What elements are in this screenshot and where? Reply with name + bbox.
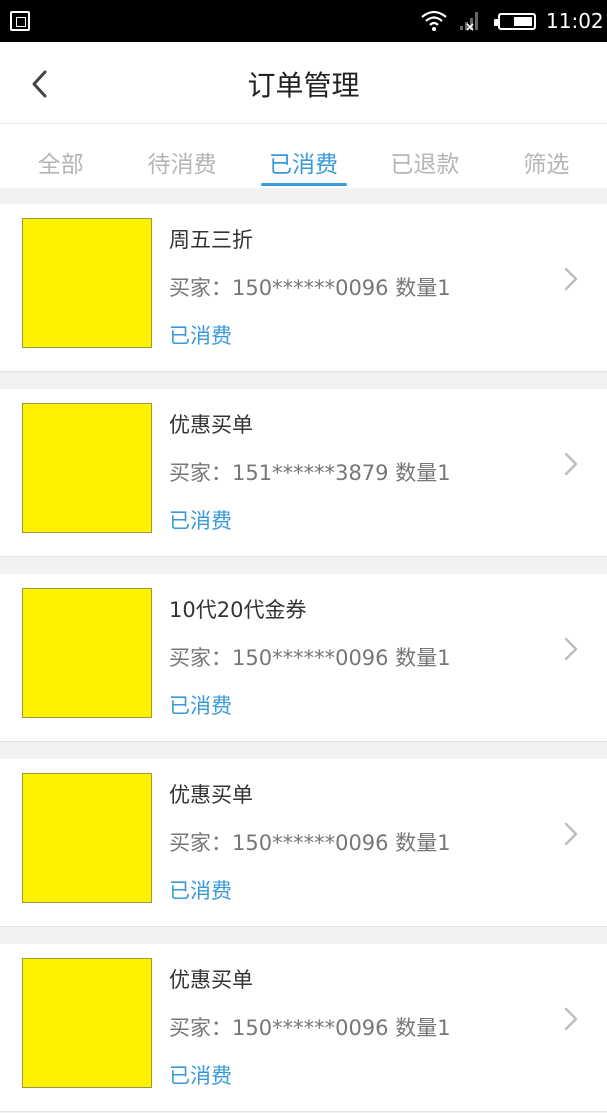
tab-refunded[interactable]: 已退款	[364, 124, 485, 188]
chevron-right-icon[interactable]	[560, 449, 582, 479]
screenshot-icon	[10, 11, 30, 31]
order-name: 优惠买单	[169, 968, 253, 992]
tab-filter[interactable]: 筛选	[486, 124, 607, 188]
signal-icon	[460, 12, 478, 31]
tab-all[interactable]: 全部	[0, 124, 121, 188]
order-buyer-info: 买家：150******0096 数量1	[169, 646, 451, 670]
order-name: 10代20代金券	[169, 598, 307, 622]
order-card[interactable]: 优惠买单买家：150******0096 数量1 已消费	[0, 928, 607, 1113]
nav-bar: 订单管理	[0, 42, 607, 124]
order-card-body[interactable]: 优惠买单买家：150******0096 数量1 已消费	[0, 759, 607, 927]
tab-consumed[interactable]: 已消费	[243, 124, 364, 188]
order-status: 已消费	[169, 1064, 232, 1088]
order-buyer-info: 买家：150******0096 数量1	[169, 1016, 451, 1040]
order-status: 已消费	[169, 324, 232, 348]
order-status: 已消费	[169, 879, 232, 903]
chevron-right-icon[interactable]	[560, 1004, 582, 1034]
status-bar: 11:02	[0, 0, 607, 42]
order-buyer-info: 买家：150******0096 数量1	[169, 831, 451, 855]
order-thumbnail	[22, 773, 152, 903]
order-card[interactable]: 优惠买单买家：151******3879 数量1 已消费	[0, 373, 607, 558]
chevron-right-icon[interactable]	[560, 819, 582, 849]
status-time: 11:02	[546, 9, 604, 33]
order-status: 已消费	[169, 509, 232, 533]
order-buyer-info: 买家：150******0096 数量1	[169, 276, 451, 300]
order-card[interactable]: 10代20代金券买家：150******0096 数量1 已消费	[0, 558, 607, 743]
chevron-right-icon[interactable]	[560, 634, 582, 664]
order-card-body[interactable]: 优惠买单买家：150******0096 数量1 已消费	[0, 944, 607, 1112]
order-status: 已消费	[169, 694, 232, 718]
order-list: 周五三折 买家：150******0096 数量1 已消费 优惠买单 买家：151***…	[0, 188, 607, 1113]
wifi-icon	[421, 10, 447, 31]
chevron-right-icon[interactable]	[560, 264, 582, 294]
tab-pending[interactable]: 待消费	[121, 124, 242, 188]
order-card-body[interactable]: 优惠买单买家：151******3879 数量1 已消费	[0, 389, 607, 557]
order-name: 周五三折	[169, 228, 253, 252]
order-card-body[interactable]: 10代20代金券买家：150******0096 数量1 已消费	[0, 574, 607, 742]
order-card[interactable]: 优惠买单买家：150******0096 数量1 已消费	[0, 743, 607, 928]
tab-bar: 全部 待消费 已消费 已退款 筛选	[0, 124, 607, 188]
order-thumbnail	[22, 403, 152, 533]
order-buyer-info: 买家：151******3879 数量1	[169, 461, 451, 485]
page-title: 订单管理	[247, 69, 360, 102]
order-thumbnail	[22, 588, 152, 718]
order-card-body[interactable]: 周五三折买家：150******0096 数量1 已消费	[0, 204, 607, 372]
order-name: 优惠买单	[169, 783, 253, 807]
order-thumbnail	[22, 958, 152, 1088]
order-card[interactable]: 周五三折买家：150******0096 数量1 已消费	[0, 188, 607, 373]
order-thumbnail	[22, 218, 152, 348]
battery-icon	[494, 13, 536, 30]
order-name: 优惠买单	[169, 413, 253, 437]
